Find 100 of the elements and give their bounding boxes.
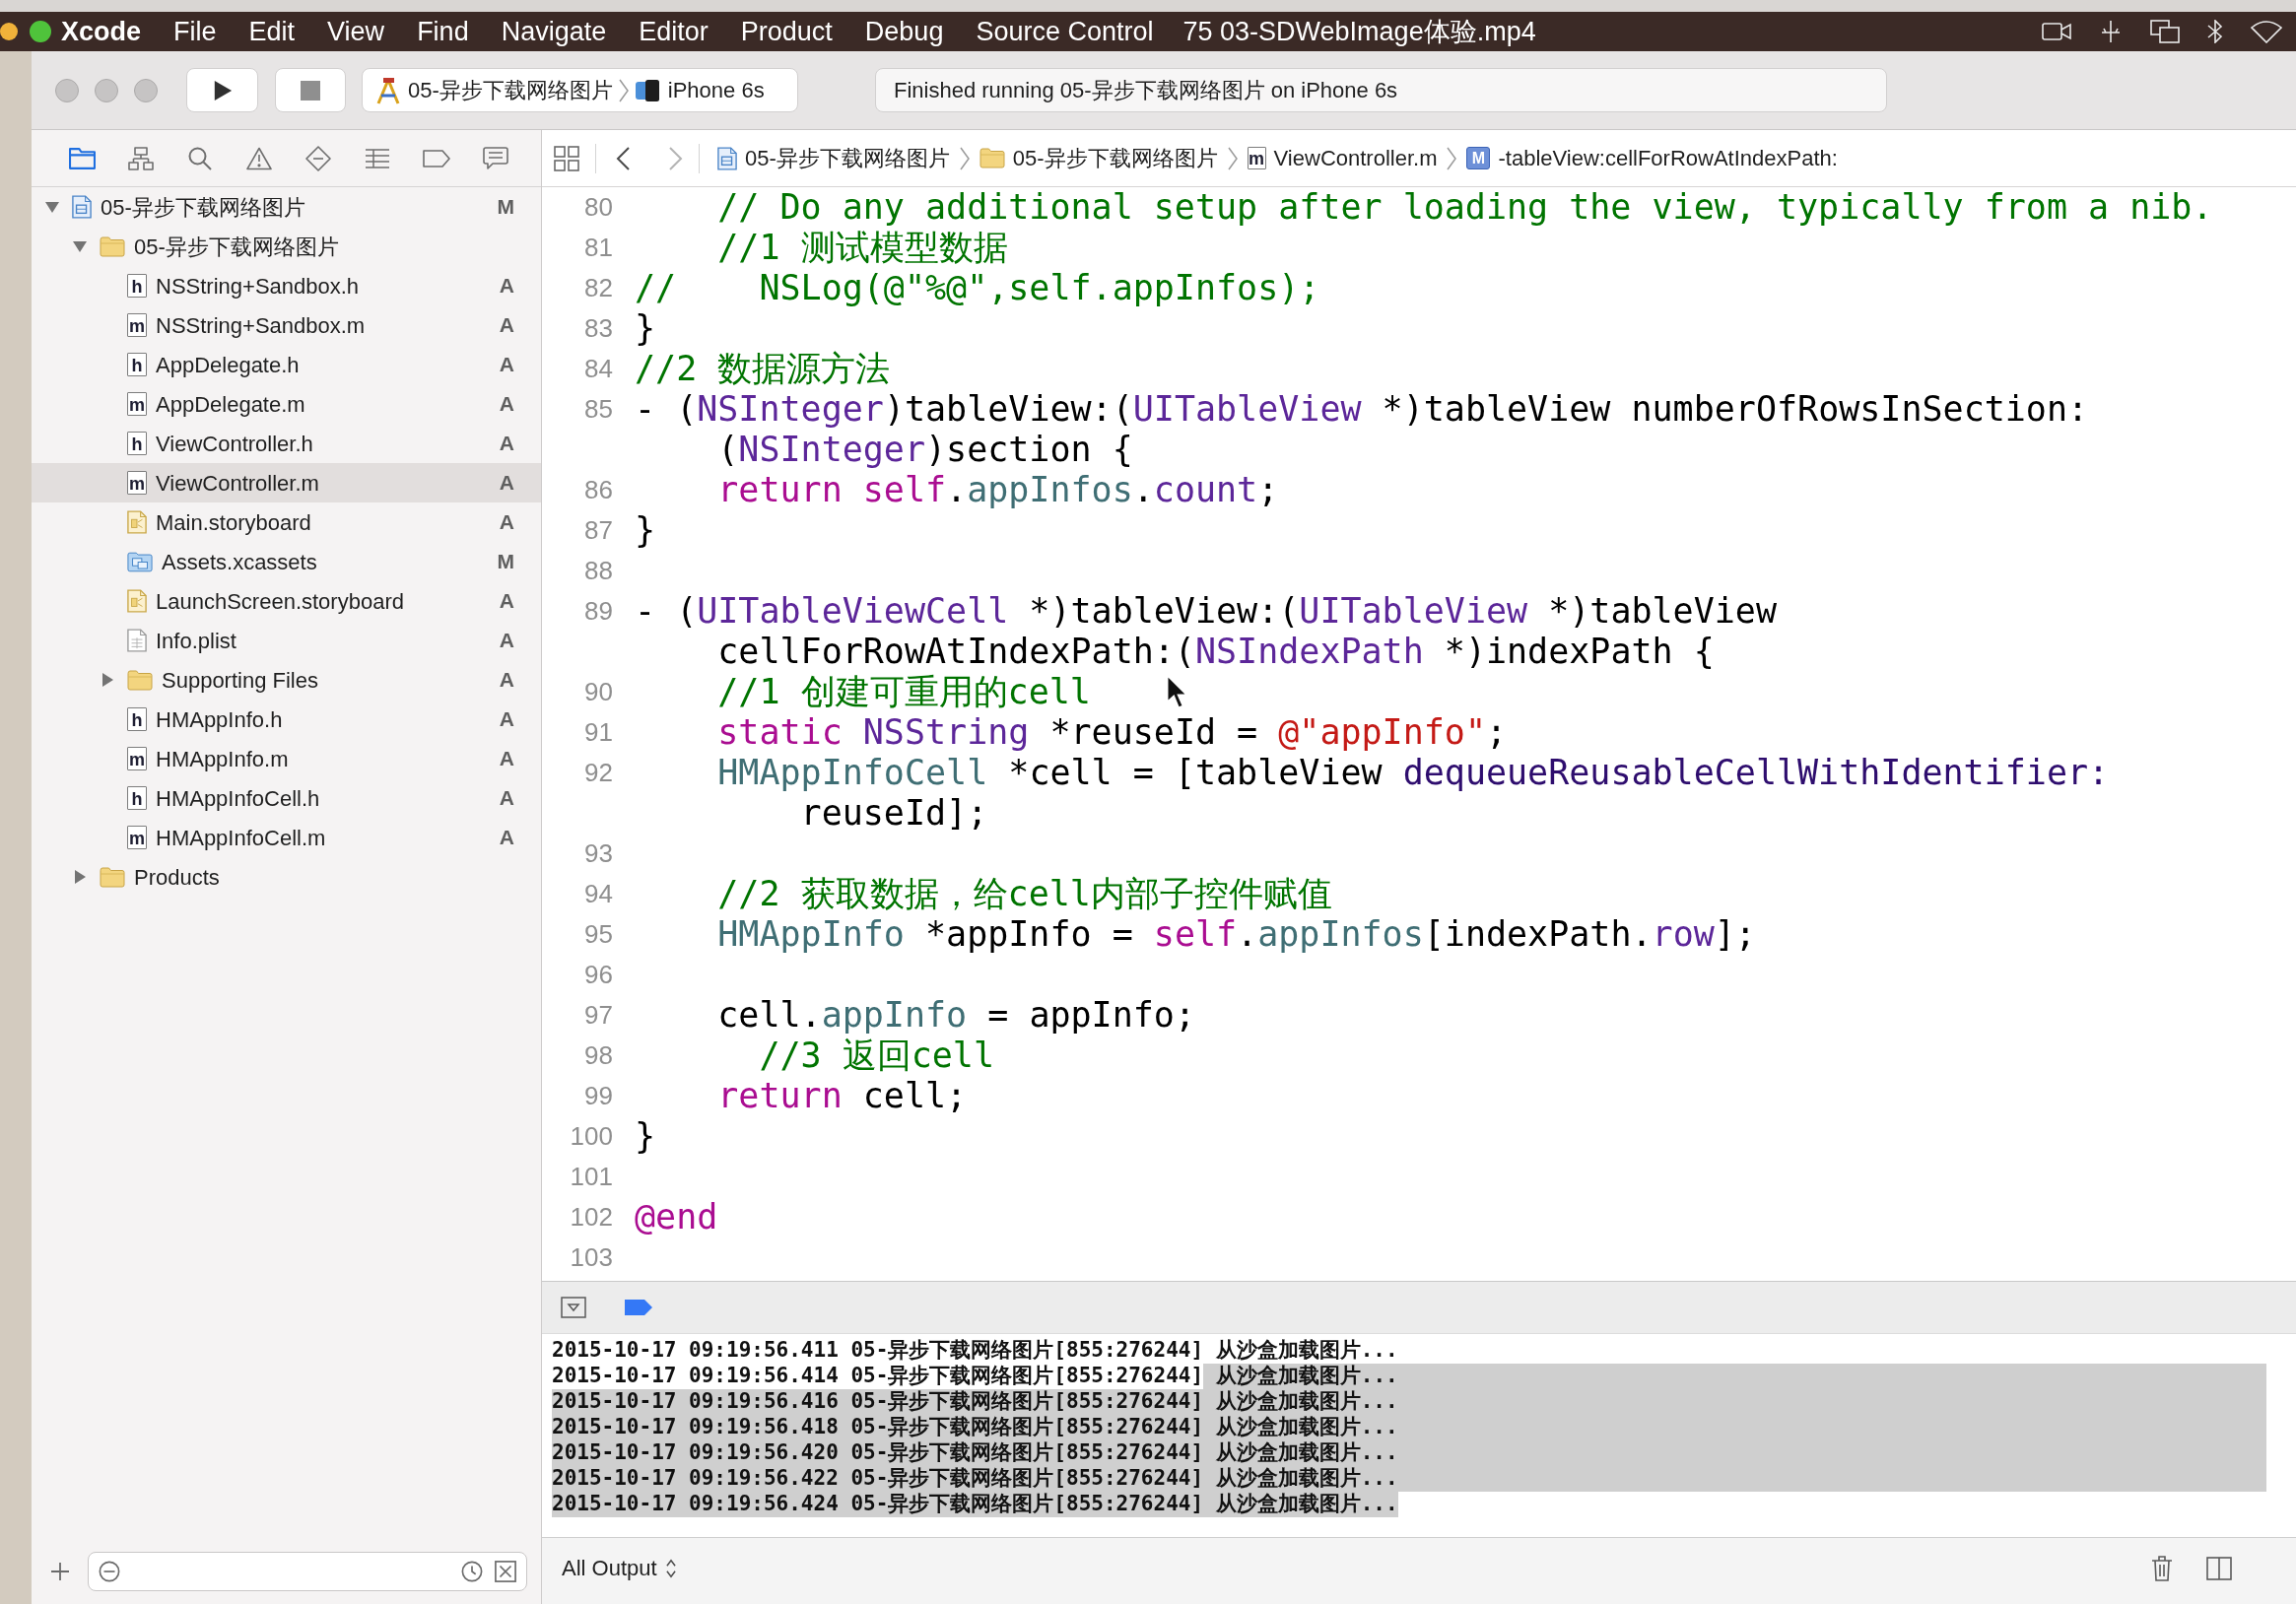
split-view-icon[interactable] (2206, 1556, 2232, 1580)
menu-item[interactable]: Product (740, 11, 833, 52)
menu-item[interactable]: Edit (248, 11, 296, 52)
scheme-button[interactable]: 05-异步下载网络图片 (374, 74, 613, 106)
disclosure-triangle-icon[interactable] (101, 673, 114, 687)
file-tree-item[interactable]: 05-异步下载网络图片 (32, 227, 541, 266)
file-tree-item[interactable]: m ViewController.m A (32, 463, 541, 502)
file-tree-item[interactable]: m HMAppInfo.m A (32, 739, 541, 778)
device-icon (634, 78, 660, 102)
disclosure-triangle-icon[interactable] (73, 870, 87, 884)
breadcrumb-item[interactable]: 05-异步下载网络图片 (979, 142, 1218, 174)
source-control-status: A (499, 825, 514, 851)
file-tree-item[interactable]: LaunchScreen.storyboard A (32, 581, 541, 621)
disclosure-triangle-icon[interactable] (45, 200, 59, 214)
file-tree-item[interactable]: h ViewController.h A (32, 424, 541, 463)
line-number: 87 (584, 514, 613, 547)
source-control-status: A (499, 509, 514, 536)
menu-item[interactable]: File (173, 11, 217, 52)
breadcrumb-item[interactable]: 05-异步下载网络图片 (717, 142, 950, 174)
file-tree-item[interactable]: h NSString+Sandbox.h A (32, 266, 541, 305)
code-line: //3 返回cell (758, 1036, 994, 1076)
folder-icon (100, 866, 125, 888)
file-tree-item[interactable]: 05-异步下载网络图片 M (32, 187, 541, 227)
wifi-icon[interactable] (2251, 20, 2282, 43)
search-icon[interactable] (188, 146, 212, 170)
diamond-icon[interactable] (305, 145, 331, 171)
video-camera-icon[interactable] (2042, 21, 2071, 42)
player-zoom-button[interactable] (30, 21, 51, 42)
console-line: 2015-10-17 09:19:56.420 05-异步下载网络图片[855:276244] 从沙盒加载图片... (552, 1440, 2266, 1466)
folder-icon[interactable] (68, 147, 96, 169)
line-number: 100 (570, 1120, 613, 1153)
breadcrumb-item[interactable]: M -tableView:cellForRowAtIndexPath: (1466, 142, 1838, 174)
file-tree-item[interactable]: m NSString+Sandbox.m A (32, 305, 541, 345)
filter-field[interactable] (88, 1552, 527, 1591)
hierarchy-icon[interactable] (128, 146, 154, 170)
line-number: 91 (584, 716, 613, 749)
line-number: 102 (570, 1201, 613, 1234)
grid-icon[interactable] (554, 145, 579, 171)
menu-item[interactable]: Navigate (501, 11, 607, 52)
file-tree-item[interactable]: Products (32, 857, 541, 897)
video-title: 75 03-SDWebImage体验.mp4 (1182, 15, 1536, 48)
file-tree-item[interactable]: h HMAppInfoCell.h A (32, 778, 541, 818)
menu-item[interactable]: Editor (639, 11, 709, 52)
code-line: reuseId]; (799, 793, 988, 834)
clock-icon[interactable] (461, 1561, 483, 1582)
source-file-icon: m (1247, 147, 1266, 169)
line-number: 85 (584, 393, 613, 426)
back-button[interactable] (616, 146, 630, 170)
file-tree-item[interactable]: Supporting Files A (32, 660, 541, 700)
speech-bubble-icon[interactable] (483, 146, 508, 170)
menu-item[interactable]: Find (417, 11, 469, 52)
overlapping-windows-icon[interactable] (2150, 20, 2180, 43)
output-filter-popup[interactable]: All Output (562, 1552, 677, 1584)
trash-icon[interactable] (2151, 1555, 2173, 1581)
line-number: 101 (570, 1161, 613, 1193)
code-line: cell.appInfo = appInfo; (716, 995, 1195, 1036)
breakpoint-tag-icon[interactable] (624, 1299, 653, 1316)
warning-icon[interactable] (246, 146, 272, 170)
file-tree-item[interactable]: Assets.xcassets M (32, 542, 541, 581)
antenna-icon[interactable] (2099, 20, 2123, 43)
project-file-icon (717, 146, 737, 170)
menu-item[interactable]: Debug (864, 11, 944, 52)
code-line: HMAppInfo *appInfo = self.appInfos[indexPath.row]; (716, 914, 1756, 955)
line-number: 92 (584, 757, 613, 789)
tag-icon[interactable] (423, 149, 450, 167)
asset-catalog-icon (127, 551, 153, 572)
file-tree-item[interactable]: h AppDelegate.h A (32, 345, 541, 384)
file-tree-item[interactable]: Info.plist A (32, 621, 541, 660)
stop-button[interactable] (275, 68, 346, 112)
device-button[interactable]: iPhone 6s (634, 74, 765, 106)
grid-document-icon (127, 629, 147, 652)
bluetooth-icon[interactable] (2207, 20, 2223, 43)
run-button[interactable] (186, 68, 258, 112)
source-control-status: A (499, 352, 514, 378)
source-file-icon: m (127, 471, 147, 495)
layout-document-icon (127, 589, 147, 613)
code-line: static NSString *reuseId = @"appInfo"; (716, 712, 1508, 753)
console-line: 2015-10-17 09:19:56.422 05-异步下载网络图片[855:276244] 从沙盒加载图片... (552, 1466, 2266, 1492)
toggle-panel-icon[interactable] (561, 1297, 586, 1318)
list-icon[interactable] (365, 148, 390, 168)
disclosure-triangle-icon[interactable] (73, 239, 87, 253)
file-tree-item[interactable]: m AppDelegate.m A (32, 384, 541, 424)
source-file-icon: m (127, 826, 147, 849)
line-number: 97 (584, 999, 613, 1032)
breadcrumb-item[interactable]: m ViewController.m (1247, 142, 1438, 174)
add-icon[interactable] (51, 1563, 69, 1580)
app-menu[interactable]: Xcode (61, 11, 142, 52)
code-line: - (NSInteger)tableView:(UITableView *)tableView numberOfRowsInSection: (635, 389, 2089, 430)
player-minimize-button[interactable] (0, 23, 18, 40)
line-number: 98 (584, 1039, 613, 1072)
square-cross-icon[interactable] (495, 1561, 516, 1582)
source-control-status: A (499, 628, 514, 654)
file-tree-item[interactable]: h HMAppInfo.h A (32, 700, 541, 739)
code-line: return cell; (716, 1076, 968, 1116)
source-file-icon: h (127, 353, 147, 376)
menu-item[interactable]: View (327, 11, 385, 52)
menu-item[interactable]: Source Control (976, 11, 1154, 52)
file-tree-item[interactable]: Main.storyboard A (32, 502, 541, 542)
line-number: 82 (584, 272, 613, 304)
file-tree-item[interactable]: m HMAppInfoCell.m A (32, 818, 541, 857)
